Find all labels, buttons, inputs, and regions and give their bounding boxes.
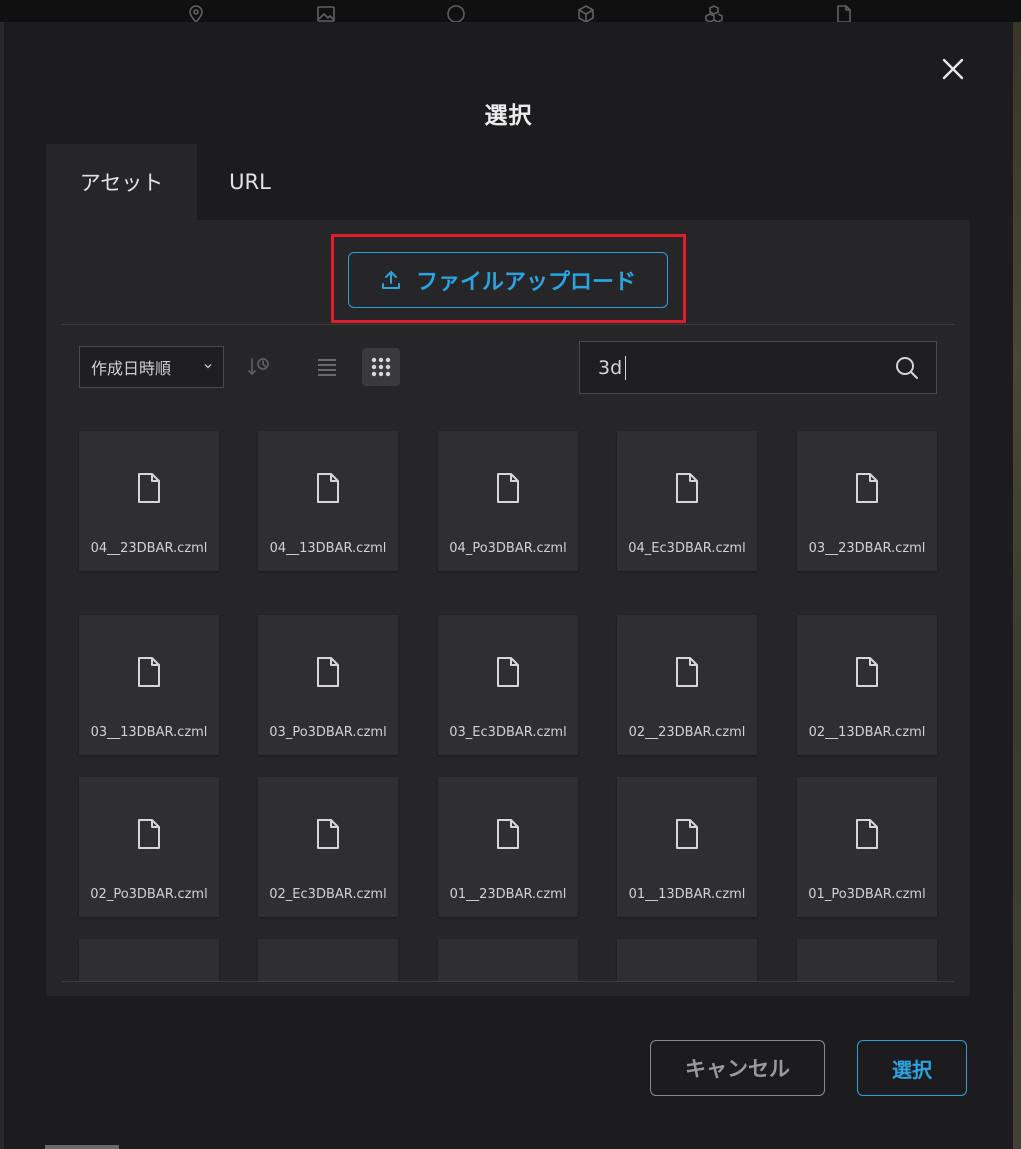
file-icon	[854, 818, 880, 850]
cancel-button[interactable]: キャンセル	[650, 1040, 825, 1096]
file-card[interactable]: 03__13DBAR.czml	[79, 615, 219, 755]
sort-order-button[interactable]	[240, 348, 278, 386]
tab-bar: アセット URL	[46, 144, 303, 220]
file-name: 03__23DBAR.czml	[808, 541, 926, 556]
file-card[interactable]: 02__23DBAR.czml	[617, 615, 757, 755]
file-card[interactable]: 02_Ec3DBAR.czml	[258, 777, 398, 917]
asset-select-modal: 選択 アセット URL ファイルアップロード 作成日時順 3d 04__23DB…	[4, 22, 1013, 1149]
file-icon	[136, 472, 162, 504]
file-icon	[674, 472, 700, 504]
file-icon	[495, 818, 521, 850]
file-name: 02_Po3DBAR.czml	[90, 887, 208, 902]
sort-history-icon	[247, 355, 271, 379]
file-card[interactable]: 01__13DBAR.czml	[617, 777, 757, 917]
divider	[62, 324, 954, 325]
file-icon	[495, 656, 521, 688]
file-name: 01__23DBAR.czml	[449, 887, 567, 902]
background-toolbar	[0, 0, 1021, 24]
list-view-icon	[315, 355, 339, 379]
file-icon	[315, 818, 341, 850]
file-name: 02_Ec3DBAR.czml	[269, 887, 387, 902]
file-name: 01__13DBAR.czml	[628, 887, 746, 902]
file-name: 02__13DBAR.czml	[808, 725, 926, 740]
file-icon	[674, 818, 700, 850]
file-name: 01_Po3DBAR.czml	[808, 887, 926, 902]
file-card[interactable]: 02_Po3DBAR.czml	[79, 777, 219, 917]
file-card[interactable]: 04__23DBAR.czml	[79, 431, 219, 571]
file-card[interactable]: 03_Po3DBAR.czml	[258, 615, 398, 755]
file-name: 04_Po3DBAR.czml	[449, 541, 567, 556]
file-name: 03__13DBAR.czml	[90, 725, 208, 740]
image-icon	[316, 4, 336, 24]
tab-assets[interactable]: アセット	[46, 144, 197, 220]
select-button[interactable]: 選択	[857, 1040, 967, 1096]
text-caret	[625, 356, 626, 380]
file-name: 02__23DBAR.czml	[628, 725, 746, 740]
file-card[interactable]: 02__13DBAR.czml	[797, 615, 937, 755]
file-card[interactable]: 01__23DBAR.czml	[438, 777, 578, 917]
file-name: 04_Ec3DBAR.czml	[628, 541, 746, 556]
circle-icon	[446, 4, 466, 24]
file-name: 04__13DBAR.czml	[269, 541, 387, 556]
file-card[interactable]	[438, 939, 578, 981]
upload-icon	[380, 269, 402, 291]
divider	[62, 981, 954, 982]
file-name: 03_Ec3DBAR.czml	[449, 725, 567, 740]
file-card[interactable]: 03_Ec3DBAR.czml	[438, 615, 578, 755]
close-icon[interactable]	[940, 56, 966, 82]
file-card[interactable]	[797, 939, 937, 981]
file-upload-button[interactable]: ファイルアップロード	[348, 252, 668, 308]
file-card[interactable]: 04_Ec3DBAR.czml	[617, 431, 757, 571]
box-icon	[576, 4, 596, 24]
grid-view-icon	[369, 355, 393, 379]
file-upload-label: ファイルアップロード	[415, 270, 636, 295]
file-card[interactable]: 04_Po3DBAR.czml	[438, 431, 578, 571]
list-view-button[interactable]	[308, 348, 346, 386]
search-icon[interactable]	[894, 355, 920, 381]
assets-panel: ファイルアップロード 作成日時順 3d 04__23DBAR.czml 04__…	[46, 220, 970, 996]
file-card[interactable]	[258, 939, 398, 981]
file-icon	[495, 472, 521, 504]
file-icon	[136, 656, 162, 688]
file-name: 04__23DBAR.czml	[90, 541, 208, 556]
file-grid: 04__23DBAR.czml 04__13DBAR.czml 04_Po3DBAR…	[46, 431, 970, 981]
file-card[interactable]: 01_Po3DBAR.czml	[797, 777, 937, 917]
modal-title: 選択	[484, 103, 533, 129]
map-pin-icon	[186, 4, 206, 24]
file-icon	[315, 656, 341, 688]
file-icon	[854, 656, 880, 688]
file-name: 03_Po3DBAR.czml	[269, 725, 387, 740]
tab-url[interactable]: URL	[197, 144, 303, 220]
file-icon	[136, 818, 162, 850]
file-icon	[854, 472, 880, 504]
background-scrollbar	[45, 1145, 119, 1149]
chevron-down-icon	[203, 361, 213, 371]
search-input[interactable]	[598, 354, 878, 382]
cubes-icon	[704, 4, 724, 24]
file-card[interactable]	[79, 939, 219, 981]
file-icon	[674, 656, 700, 688]
file-icon	[315, 472, 341, 504]
sort-select[interactable]: 作成日時順	[79, 346, 224, 388]
search-box	[579, 341, 937, 394]
grid-view-button[interactable]	[362, 348, 400, 386]
file-card[interactable]: 03__23DBAR.czml	[797, 431, 937, 571]
background-map-edge	[1013, 22, 1021, 1149]
document-icon	[834, 4, 854, 24]
sort-select-value: 作成日時順	[91, 359, 172, 378]
file-card[interactable]	[617, 939, 757, 981]
file-card[interactable]: 04__13DBAR.czml	[258, 431, 398, 571]
